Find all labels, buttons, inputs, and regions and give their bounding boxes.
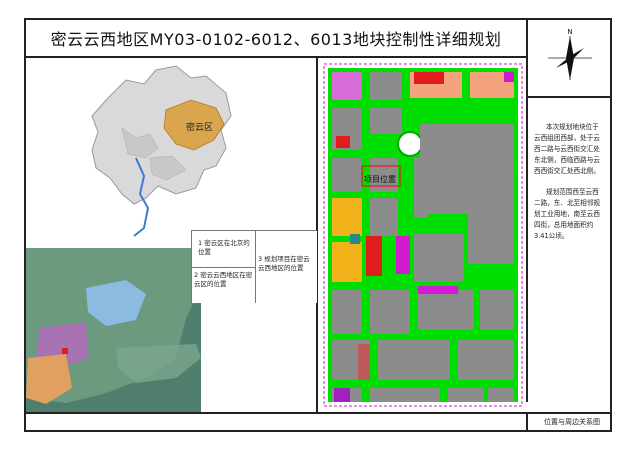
project-location-label: 项目位置 (364, 174, 396, 184)
zoning-map: 项目位置 (323, 63, 523, 407)
north-arrow-box: N (526, 20, 610, 98)
description-para-1: 本次规划地块位于云西组团西部，处于云西二路与云西街交汇处东北侧，西临西路与云西西… (534, 123, 600, 175)
footer-label: 位置与周边关系图 (544, 418, 600, 426)
page-title: 密云云西地区MY03-0102-6012、6013地块控制性详细规划 (26, 20, 526, 58)
miyun-region-map (26, 248, 201, 412)
legend-item-3: 3 规划项目在密云云西地区的位置 (258, 255, 310, 272)
svg-text:N: N (567, 28, 572, 36)
description-panel: 本次规划地块位于云西组团西部，处于云西二路与云西街交汇处东北侧，西临西路与云西西… (526, 98, 610, 402)
map-frame: 密云云西地区MY03-0102-6012、6013地块控制性详细规划 N 本次规… (24, 18, 612, 432)
footer-bar: 位置与周边关系图 (26, 412, 610, 430)
legend-divider-horizontal (192, 267, 255, 268)
north-arrow-icon: N (548, 28, 592, 80)
district-label: 密云区 (186, 121, 213, 133)
footer-divider (526, 414, 528, 430)
beijing-map: 密云区 (91, 65, 232, 237)
legend-divider-vertical (255, 231, 256, 303)
legend-item-2: 2 密云云西地区在密云区的位置 (194, 271, 253, 288)
description-para-2: 规划范围西至云西二路，东、北至相邻规划工业用地，南至云西四街，总用地面积约3.4… (534, 188, 600, 240)
legend-box: 1 密云区在北京的位置 2 密云云西地区在密云区的位置 3 规划项目在密云云西地… (191, 230, 317, 303)
legend-item-1: 1 密云区在北京的位置 (198, 239, 250, 256)
location-maps-panel: 密云区 1 密云区在北京的位置 2 密云云西地区在密云区的位置 3 规划项目在密… (26, 58, 317, 412)
